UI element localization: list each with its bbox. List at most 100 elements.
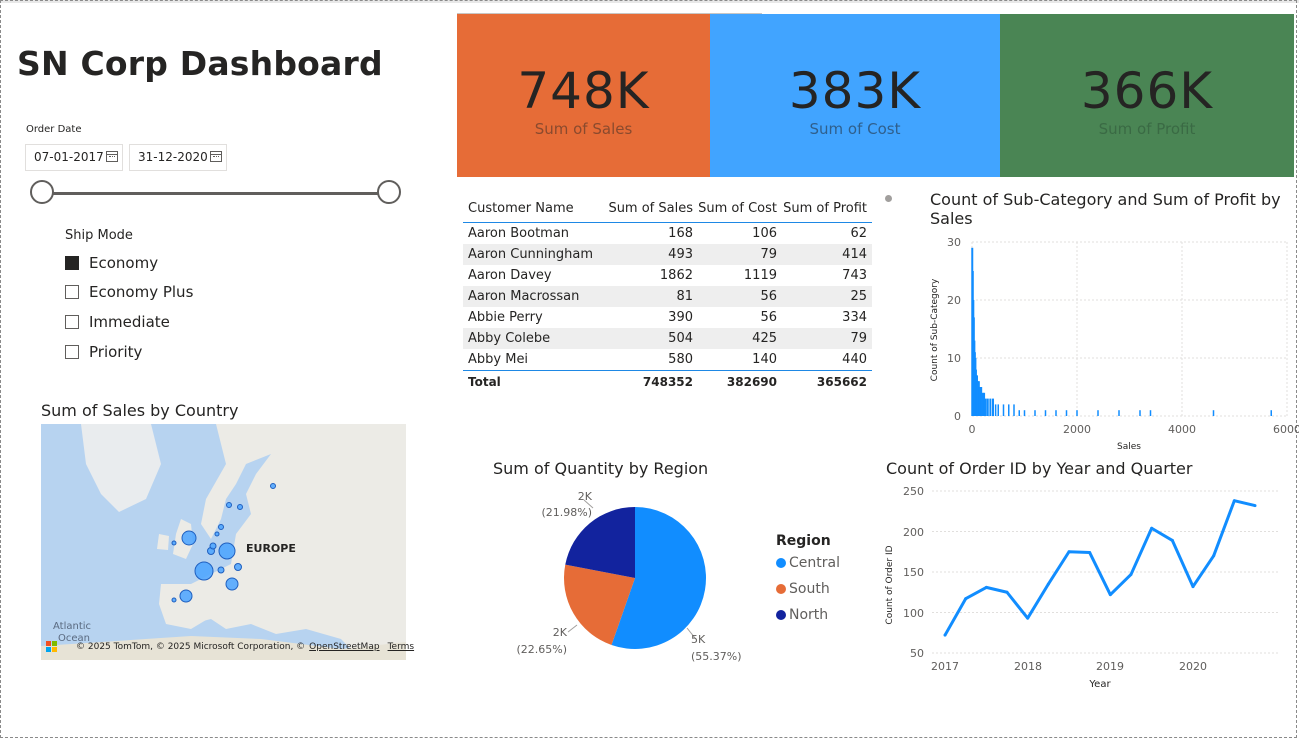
slider-end-handle[interactable] bbox=[377, 180, 401, 204]
map-bubble[interactable] bbox=[218, 542, 236, 560]
map-bubble[interactable] bbox=[226, 502, 232, 508]
ship-mode-option-economy-plus[interactable]: Economy Plus bbox=[65, 282, 193, 302]
line-series[interactable] bbox=[943, 499, 1256, 636]
column-header[interactable]: Customer Name bbox=[463, 201, 603, 216]
ship-mode-option-economy[interactable]: Economy bbox=[65, 253, 158, 273]
line-point[interactable] bbox=[1212, 554, 1216, 558]
map-visual[interactable]: EUROPE Atlantic Ocean bbox=[41, 424, 406, 660]
histogram-bar[interactable] bbox=[989, 398, 992, 416]
legend-label: South bbox=[789, 581, 830, 597]
table-cell: Abby Colebe bbox=[468, 331, 551, 346]
scrollbar-thumb[interactable] bbox=[885, 195, 892, 202]
histogram-bar[interactable] bbox=[1139, 410, 1141, 416]
line-point[interactable] bbox=[943, 633, 947, 637]
map-bubble[interactable] bbox=[234, 563, 242, 571]
line-point[interactable] bbox=[1067, 550, 1071, 554]
histogram-bar[interactable] bbox=[1065, 410, 1068, 416]
line-point[interactable] bbox=[1088, 551, 1092, 555]
line-point[interactable] bbox=[964, 597, 968, 601]
histogram-x-axis-label: Sales bbox=[1117, 442, 1141, 452]
histogram-bar[interactable] bbox=[1097, 410, 1099, 416]
table-row[interactable]: Abbie Perry 390 56 334 bbox=[463, 307, 872, 328]
histogram-bar[interactable] bbox=[1212, 410, 1215, 416]
map-bubble[interactable] bbox=[171, 597, 177, 603]
line-point[interactable] bbox=[1026, 616, 1030, 620]
table-row[interactable]: Aaron Cunningham 493 79 414 bbox=[463, 244, 872, 265]
map-bubble[interactable] bbox=[171, 540, 177, 546]
checkbox[interactable] bbox=[65, 315, 79, 329]
line-point[interactable] bbox=[1170, 538, 1174, 542]
histogram-chart[interactable]: Count of Sub-Category Sales 30 20 10 0 0… bbox=[920, 230, 1299, 455]
sales-card[interactable]: 748K Sum of Sales bbox=[457, 14, 710, 177]
table-row[interactable]: Aaron Macrossan 81 56 25 bbox=[463, 286, 872, 307]
checkbox[interactable] bbox=[65, 345, 79, 359]
histogram-bar[interactable] bbox=[1055, 410, 1057, 416]
line-y-tick: 250 bbox=[903, 485, 924, 498]
histogram-bar[interactable] bbox=[1023, 410, 1026, 416]
ship-mode-option-immediate[interactable]: Immediate bbox=[65, 312, 170, 332]
line-chart[interactable]: Count of Order ID Year 250 200 150 100 5… bbox=[880, 480, 1290, 695]
map-bubble[interactable] bbox=[194, 561, 214, 581]
line-point[interactable] bbox=[1108, 593, 1112, 597]
line-point[interactable] bbox=[1129, 572, 1133, 576]
ship-mode-option-priority[interactable]: Priority bbox=[65, 342, 142, 362]
calendar-icon[interactable] bbox=[106, 151, 118, 162]
histogram-bar[interactable] bbox=[986, 398, 989, 416]
map-bubble[interactable] bbox=[181, 530, 197, 546]
histogram-bar[interactable] bbox=[997, 404, 1000, 416]
column-header[interactable]: Sum of Sales bbox=[603, 201, 693, 216]
start-date-input[interactable]: 07-01-2017 bbox=[25, 144, 123, 171]
end-date-input[interactable]: 31-12-2020 bbox=[129, 144, 227, 171]
checkbox[interactable] bbox=[65, 256, 79, 270]
checkbox[interactable] bbox=[65, 285, 79, 299]
table-row[interactable]: Abby Mei 580 140 440 bbox=[463, 349, 872, 370]
map-canvas[interactable]: EUROPE Atlantic Ocean bbox=[41, 424, 406, 660]
pie-chart[interactable]: 5K (55.37%) 2K (22.65%) 2K (21.98%) bbox=[510, 480, 770, 665]
line-point[interactable] bbox=[1150, 526, 1154, 530]
histogram-bar[interactable] bbox=[994, 404, 997, 416]
legend-item-north[interactable]: North bbox=[776, 607, 828, 623]
histogram-bar[interactable] bbox=[1270, 410, 1273, 416]
column-header[interactable]: Sum of Profit bbox=[777, 201, 867, 216]
histogram-bar[interactable] bbox=[1044, 410, 1047, 416]
customer-table[interactable]: Customer Name Sum of Sales Sum of Cost S… bbox=[463, 194, 872, 393]
table-row[interactable]: Aaron Bootman 168 106 62 bbox=[463, 223, 872, 244]
line-point[interactable] bbox=[1191, 585, 1195, 589]
terms-link[interactable]: Terms bbox=[388, 642, 415, 652]
date-range-slider-track[interactable] bbox=[42, 192, 390, 195]
table-row[interactable]: Aaron Davey 1862 1119 743 bbox=[463, 265, 872, 286]
table-cell: 1119 bbox=[743, 268, 777, 283]
map-bubble[interactable] bbox=[218, 524, 224, 530]
histogram-bar[interactable] bbox=[1034, 410, 1036, 416]
slider-start-handle[interactable] bbox=[30, 180, 54, 204]
line-point[interactable] bbox=[1253, 504, 1257, 508]
cost-card[interactable]: 383K Sum of Cost bbox=[710, 14, 1000, 177]
line-point[interactable] bbox=[984, 585, 988, 589]
map-bubble[interactable] bbox=[179, 589, 193, 603]
map-bubble[interactable] bbox=[225, 577, 239, 591]
histogram-bar[interactable] bbox=[1002, 404, 1005, 416]
line-point[interactable] bbox=[1046, 582, 1050, 586]
map-bubble[interactable] bbox=[214, 531, 220, 537]
histogram-bar[interactable] bbox=[1076, 410, 1078, 416]
histogram-bar[interactable] bbox=[984, 398, 987, 416]
column-header[interactable]: Sum of Cost bbox=[693, 201, 777, 216]
histogram-bar[interactable] bbox=[1149, 410, 1152, 416]
map-bubble[interactable] bbox=[237, 504, 243, 510]
histogram-bar[interactable] bbox=[1013, 404, 1015, 416]
histogram-bar[interactable] bbox=[992, 398, 994, 416]
openstreetmap-link[interactable]: OpenStreetMap bbox=[309, 642, 379, 652]
legend-item-south[interactable]: South bbox=[776, 581, 830, 597]
map-bubble[interactable] bbox=[270, 483, 276, 489]
map-bubble[interactable] bbox=[209, 542, 217, 550]
calendar-icon[interactable] bbox=[210, 151, 222, 162]
line-point[interactable] bbox=[1232, 499, 1236, 503]
profit-card[interactable]: 366K Sum of Profit bbox=[1000, 14, 1294, 177]
line-point[interactable] bbox=[1005, 590, 1009, 594]
histogram-bar[interactable] bbox=[1018, 410, 1021, 416]
legend-item-central[interactable]: Central bbox=[776, 555, 840, 571]
table-row[interactable]: Abby Colebe 504 425 79 bbox=[463, 328, 872, 349]
histogram-bar[interactable] bbox=[1008, 404, 1010, 416]
map-bubble[interactable] bbox=[217, 566, 225, 574]
histogram-bar[interactable] bbox=[1118, 410, 1120, 416]
